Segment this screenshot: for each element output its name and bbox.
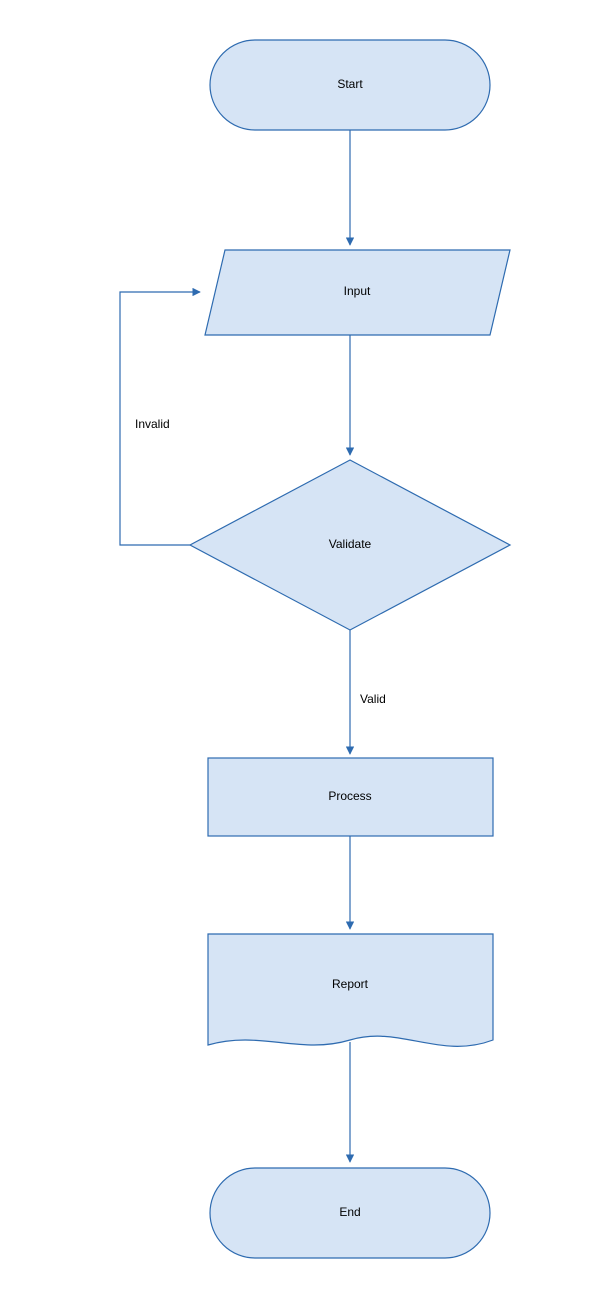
node-start: Start: [210, 40, 490, 130]
node-process-label: Process: [328, 789, 371, 803]
edge-invalid-label: Invalid: [135, 417, 170, 431]
node-validate: Validate: [190, 460, 510, 630]
node-validate-label: Validate: [329, 537, 372, 551]
node-report-label: Report: [332, 977, 369, 991]
node-input: Input: [205, 250, 510, 335]
node-report: Report: [208, 934, 493, 1046]
node-input-label: Input: [344, 284, 371, 298]
node-end: End: [210, 1168, 490, 1258]
node-process: Process: [208, 758, 493, 836]
node-end-label: End: [339, 1205, 360, 1219]
edge-valid-label: Valid: [360, 692, 386, 706]
node-start-label: Start: [337, 77, 363, 91]
flowchart-canvas: Start Input Validate Valid Invalid Proce…: [0, 0, 600, 1300]
